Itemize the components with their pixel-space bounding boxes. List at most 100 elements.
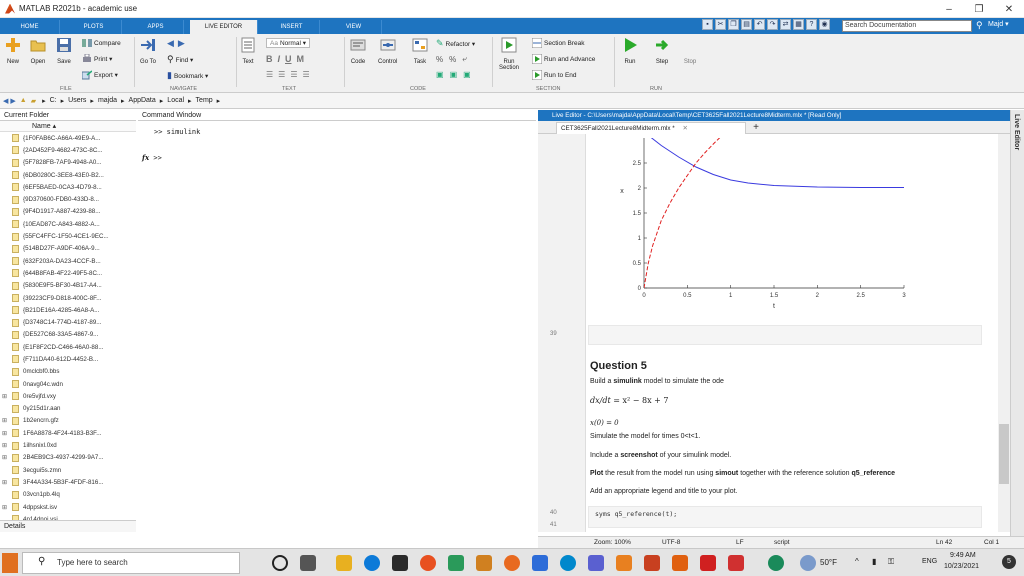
bookmark-button[interactable]: ▮ Bookmark ▾ [167, 70, 208, 81]
task-button[interactable]: Task [412, 37, 428, 65]
expand-icon[interactable]: ⊞ [0, 479, 10, 486]
tab-view[interactable]: VIEW [326, 20, 382, 34]
qa-layout-icon[interactable]: ▦ [793, 19, 804, 30]
file-row[interactable]: {D3748C14-774D-4187-89... [0, 316, 136, 328]
file-row[interactable]: {5F7828FB-7AF9-4948-A0... [0, 157, 136, 169]
save-button[interactable]: Save [56, 37, 72, 65]
temperature[interactable]: 50°F [820, 558, 837, 567]
tab-live-editor[interactable]: LIVE EDITOR [190, 20, 258, 34]
align-icon[interactable]: ☰ [290, 70, 297, 79]
uncomment-icon[interactable]: % [449, 55, 456, 64]
app-icon[interactable] [644, 555, 660, 571]
file-row[interactable]: {632F203A-DA23-4CCF-B... [0, 255, 136, 267]
crumb-local[interactable]: Local [167, 97, 184, 104]
crumb-drive[interactable]: C: [50, 97, 57, 104]
comment-icon[interactable]: % [436, 55, 443, 64]
file-row[interactable]: 0mclcbf0.bbs [0, 366, 136, 378]
section-break-button[interactable]: Section Break [532, 38, 584, 48]
forward-icon[interactable]: ▶ [178, 38, 185, 49]
crumb-temp[interactable]: Temp [196, 97, 213, 104]
expand-icon[interactable]: ⊞ [0, 504, 10, 511]
command-prompt[interactable]: fx >> [142, 153, 162, 162]
qa-save-icon[interactable]: ▪ [702, 19, 713, 30]
export-button[interactable]: Export ▾ [82, 70, 118, 80]
run-to-end-button[interactable]: Run to End [532, 70, 577, 80]
editor-scrollbar[interactable] [998, 134, 1010, 532]
qa-switch-icon[interactable]: ⇄ [780, 19, 791, 30]
network-icon[interactable]: ⚿ [888, 557, 894, 567]
step-button[interactable]: Step [654, 37, 670, 65]
crumb-appdata[interactable]: AppData [129, 97, 156, 104]
folder-up-icon[interactable]: ▲ [20, 97, 27, 104]
skype-icon[interactable] [560, 555, 576, 571]
powerpoint-icon[interactable] [700, 555, 716, 571]
nav-forward-icon[interactable]: ▶ [10, 97, 15, 105]
command-window[interactable]: >> simulink fx >> [138, 121, 536, 536]
notification-badge[interactable]: 5 [1002, 555, 1016, 569]
qa-community-icon[interactable]: ◉ [819, 19, 830, 30]
code-line-40[interactable]: syms q5_reference(t); [588, 506, 982, 528]
comment-buttons[interactable]: %% ⤶ [436, 54, 467, 64]
control-button[interactable]: Control [378, 37, 397, 65]
task-view-icon[interactable] [300, 555, 316, 571]
file-row[interactable]: {2AD452F9-4682-473C-8C... [0, 144, 136, 156]
file-row[interactable]: {F711DA40-612D-4452-B... [0, 353, 136, 365]
file-row[interactable]: ⊞ 4dppskst.isv [0, 501, 136, 513]
expand-icon[interactable]: ⊞ [0, 442, 10, 449]
editor-scrollbar-thumb[interactable] [999, 424, 1009, 484]
expand-icon[interactable]: ⊞ [0, 393, 10, 400]
store-icon[interactable] [448, 555, 464, 571]
expand-icon[interactable]: ⊞ [0, 417, 10, 424]
qa-undo-icon[interactable]: ↶ [754, 19, 765, 30]
zoom-status[interactable]: Zoom: 100% [594, 537, 631, 548]
weather-icon[interactable] [800, 555, 816, 571]
command-window-header[interactable]: Command Window [138, 110, 536, 121]
tab-home[interactable]: HOME [0, 20, 60, 34]
file-row[interactable]: {10EAD87C-A843-4882-A... [0, 218, 136, 230]
file-row[interactable]: ⊞ 1F6A8878-4F24-4183-B3F... [0, 427, 136, 439]
current-folder-header[interactable]: Current Folder [0, 110, 136, 121]
crumb-majda[interactable]: majda [98, 97, 117, 104]
file-row[interactable]: ⊞ 1ilhsnixl.0xd [0, 439, 136, 451]
live-script-tab[interactable]: CET3625Fall2021Lecture8Midterm.mlx * ✕ [556, 122, 746, 134]
app-icon[interactable] [616, 555, 632, 571]
start-menu-icon[interactable] [2, 553, 18, 573]
run-and-advance-button[interactable]: Run and Advance [532, 54, 595, 64]
style-dropdown[interactable]: Aa Normal ▾ [266, 38, 310, 48]
tray-expand-icon[interactable]: ^ [855, 557, 859, 566]
pdf-reader-icon[interactable] [728, 555, 744, 571]
run-section-button[interactable]: Run Section [496, 37, 522, 71]
qa-copy-icon[interactable]: ❐ [728, 19, 739, 30]
expand-icon[interactable]: ⊞ [0, 454, 10, 461]
file-row[interactable]: {6DB0280C-3EE8-43E0-B2... [0, 169, 136, 181]
indent-increase-icon[interactable]: ▣ [450, 70, 458, 79]
goto-button[interactable]: Go To [140, 37, 156, 65]
side-panel-label[interactable]: Live Editor [1013, 114, 1020, 150]
file-row[interactable]: 0y215d1r.aan [0, 403, 136, 415]
run-button[interactable]: Run [622, 37, 638, 65]
open-button[interactable]: Open [30, 37, 46, 65]
file-row[interactable]: {B21DE16A-4285-46A8-A... [0, 304, 136, 316]
numbered-list-icon[interactable]: ☰ [266, 70, 273, 79]
file-row[interactable]: {644B8FAB-4F22-49F5-8C... [0, 267, 136, 279]
file-row[interactable]: {39223CF9-D818-400C-8F... [0, 292, 136, 304]
back-icon[interactable]: ◀ [167, 38, 174, 49]
live-editor-header[interactable]: Live Editor - C:\Users\majda\AppData\Loc… [538, 110, 1010, 121]
crumb-users[interactable]: Users [68, 97, 86, 104]
app-icon[interactable] [588, 555, 604, 571]
search-icon[interactable]: ⚲ [976, 20, 983, 31]
file-row[interactable]: ⊞ 3F44A334-5B3F-4FDF-816... [0, 476, 136, 488]
code-button[interactable]: Code [350, 37, 366, 65]
italic-icon[interactable]: I [278, 54, 281, 64]
refactor-button[interactable]: ✎ Refactor ▾ [436, 38, 475, 49]
bullet-list-icon[interactable]: ☰ [278, 70, 285, 79]
stop-button[interactable]: Stop [682, 37, 698, 65]
minimize-button[interactable]: – [934, 0, 964, 18]
code-line-39[interactable] [588, 325, 982, 345]
dropbox-icon[interactable] [532, 555, 548, 571]
tab-insert[interactable]: INSERT [264, 20, 320, 34]
print-button[interactable]: Print ▾ [82, 54, 112, 64]
live-editor-document[interactable]: 0 0.5 1 1.5 2 2.5 3 0 0.5 1 1.5 2 2.5 t x Question 5 B… [586, 134, 998, 532]
expand-icon[interactable]: ⊞ [0, 430, 10, 437]
app-icon[interactable] [476, 555, 492, 571]
